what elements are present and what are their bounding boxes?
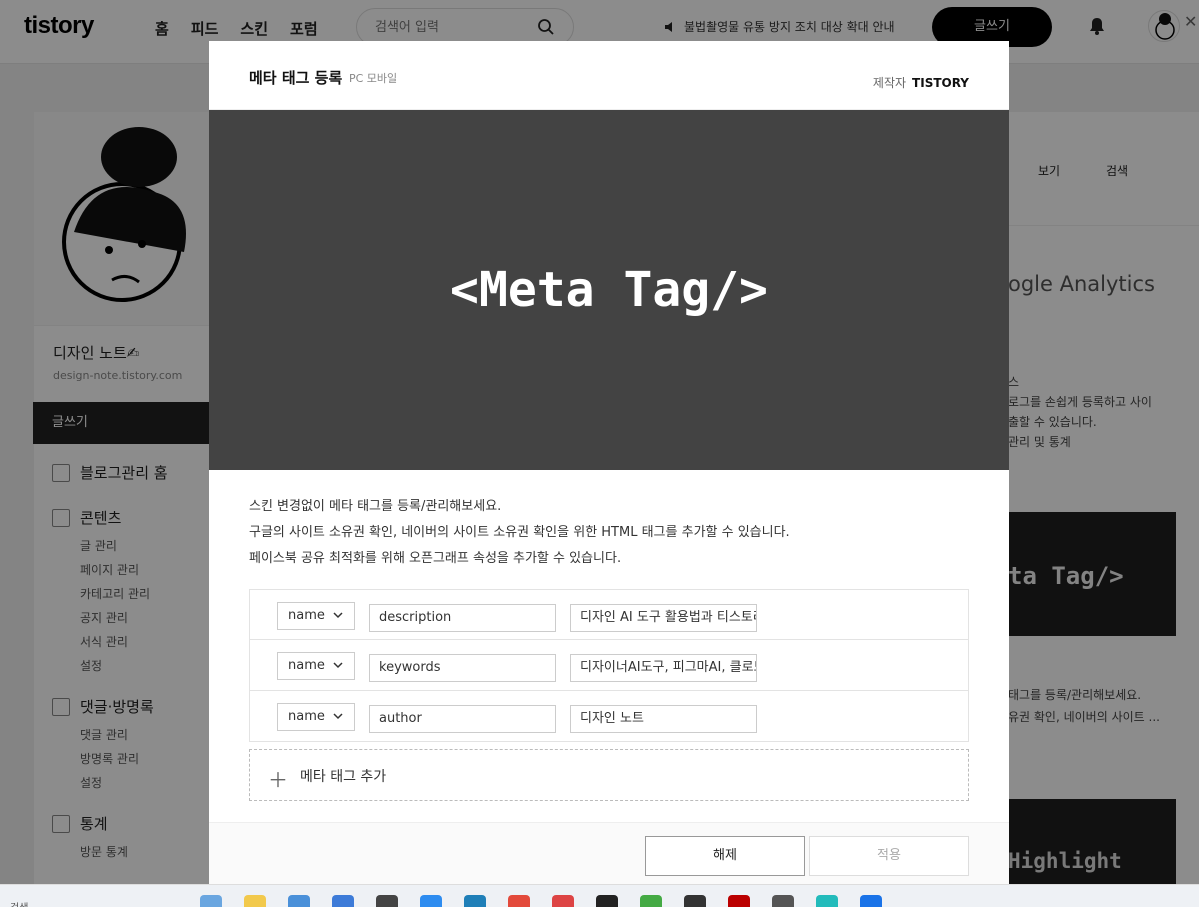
modal-header: 메타 태그 등록 PC 모바일 제작자 TISTORY xyxy=(209,41,1009,110)
vscode-icon[interactable] xyxy=(860,895,882,907)
meta-content-input[interactable]: 디자이너AI도구, 피그마AI, 클로드 xyxy=(570,654,757,682)
app-icon[interactable] xyxy=(420,895,442,907)
adobe-icon[interactable] xyxy=(728,895,750,907)
chrome-icon[interactable] xyxy=(508,895,530,907)
modal-title: 메타 태그 등록 xyxy=(249,69,343,87)
meta-tag-table: name description 디자인 AI 도구 활용법과 티스토리 nam… xyxy=(249,589,969,742)
attribute-select[interactable]: name xyxy=(277,602,355,630)
meta-tag-row: name author 디자인 노트 xyxy=(249,691,969,742)
chatgpt-icon[interactable] xyxy=(596,895,618,907)
folder-icon[interactable] xyxy=(244,895,266,907)
meta-tag-row: name description 디자인 AI 도구 활용법과 티스토리 xyxy=(249,589,969,640)
terminal-icon[interactable] xyxy=(376,895,398,907)
platform-label: PC 모바일 xyxy=(349,72,398,85)
taskbar: 검색 xyxy=(0,884,1199,907)
description-line: 구글의 사이트 소유권 확인, 네이버의 사이트 소유권 확인을 위한 HTML… xyxy=(249,525,790,540)
calculator-icon[interactable] xyxy=(288,895,310,907)
cancel-button[interactable]: 해제 xyxy=(645,836,805,876)
apply-button[interactable]: 적용 xyxy=(809,836,969,876)
app-icon[interactable] xyxy=(772,895,794,907)
attribute-select[interactable]: name xyxy=(277,652,355,680)
modal-footer: 해제 적용 xyxy=(209,822,1009,884)
add-meta-tag-label: 메타 태그 추가 xyxy=(300,769,387,785)
meta-name-input[interactable]: description xyxy=(369,604,556,632)
slack-icon[interactable] xyxy=(640,895,662,907)
description-line: 스킨 변경없이 메타 태그를 등록/관리해보세요. xyxy=(249,499,502,514)
maker-info: 제작자 TISTORY xyxy=(873,74,969,91)
attribute-select[interactable]: name xyxy=(277,703,355,731)
description-line: 페이스북 공유 최적화를 위해 오픈그래프 속성을 추가할 수 있습니다. xyxy=(249,551,622,566)
chevron-down-icon xyxy=(333,612,343,619)
meta-tag-modal: 메타 태그 등록 PC 모바일 제작자 TISTORY <Meta Tag/> 스… xyxy=(209,41,1009,884)
plus-icon: ＋ xyxy=(268,768,288,792)
notepad-icon[interactable] xyxy=(332,895,354,907)
maker-name: TISTORY xyxy=(912,76,969,90)
meta-tag-banner: <Meta Tag/> xyxy=(209,110,1009,470)
meta-content-input[interactable]: 디자인 노트 xyxy=(570,705,757,733)
attribute-value: name xyxy=(288,608,325,623)
chevron-down-icon xyxy=(333,662,343,669)
app-icon[interactable] xyxy=(816,895,838,907)
meta-tag-row: name keywords 디자이너AI도구, 피그마AI, 클로드 xyxy=(249,640,969,691)
taskbar-icons xyxy=(200,895,882,907)
app-icon[interactable] xyxy=(464,895,486,907)
meta-content-input[interactable]: 디자인 AI 도구 활용법과 티스토리 xyxy=(570,604,757,632)
meta-name-input[interactable]: keywords xyxy=(369,654,556,682)
chevron-down-icon xyxy=(333,713,343,720)
edge-icon[interactable] xyxy=(200,895,222,907)
maker-label: 제작자 xyxy=(872,76,907,90)
taskbar-search[interactable]: 검색 xyxy=(10,899,28,907)
attribute-value: name xyxy=(288,658,325,673)
attribute-value: name xyxy=(288,709,325,724)
add-meta-tag-button[interactable]: ＋ 메타 태그 추가 xyxy=(249,749,969,801)
meta-name-input[interactable]: author xyxy=(369,705,556,733)
modal-description: 스킨 변경없이 메타 태그를 등록/관리해보세요. 구글의 사이트 소유권 확인… xyxy=(209,470,1009,572)
chrome-icon[interactable] xyxy=(552,895,574,907)
app-icon[interactable] xyxy=(684,895,706,907)
